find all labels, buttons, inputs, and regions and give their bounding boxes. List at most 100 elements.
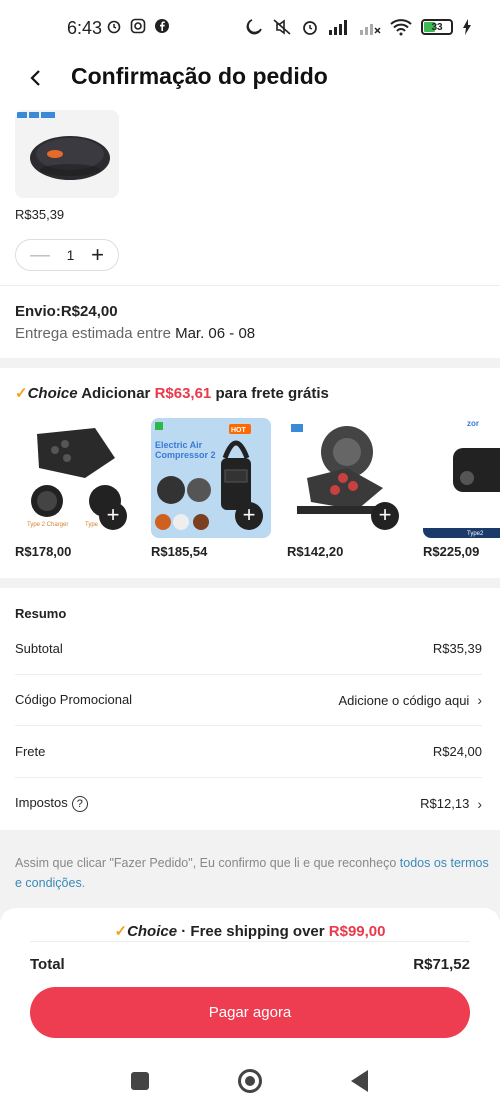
mouse-image <box>17 112 110 180</box>
product-image[interactable] <box>15 110 119 198</box>
summary-title: Resumo <box>15 606 67 621</box>
add-to-cart-button[interactable]: + <box>371 502 399 530</box>
item-price: R$185,54 <box>151 544 208 559</box>
recommended-item[interactable]: Type 2 Charger Type + R$178,00 <box>15 418 135 559</box>
delivery-dates: Mar. 06 - 08 <box>175 325 256 342</box>
charging-icon <box>463 19 471 35</box>
status-bar: 6:43 33 <box>0 0 500 56</box>
choice-logo: Choice <box>27 385 78 402</box>
pay-now-button[interactable]: Pagar agora <box>30 987 470 1038</box>
wifi-icon <box>390 19 412 36</box>
divider <box>30 941 470 942</box>
product-price: R$35,39 <box>15 207 65 222</box>
quantity-value: 1 <box>66 247 75 263</box>
moon-icon <box>246 19 262 35</box>
alarm-icon-right <box>303 21 317 35</box>
card-label-1: Type 2 Charger <box>27 522 68 528</box>
promo-action[interactable]: Adicione o código aqui › <box>339 692 483 708</box>
section-divider <box>0 358 500 368</box>
battery-icon: 33 <box>421 19 453 35</box>
alarm-icon <box>107 20 121 34</box>
signal-icon <box>329 20 347 35</box>
page-title: Confirmação do pedido <box>71 63 328 89</box>
instagram-icon <box>130 18 146 34</box>
shipping-cost: Envio:R$24,00 <box>15 303 118 320</box>
total-label: Total <box>30 956 65 973</box>
promo-value: Adicione o código aqui <box>338 692 470 708</box>
recommended-item[interactable]: HOT Electric Air Compressor 2 + R$185,54 <box>151 418 271 559</box>
item-image: HOT Electric Air Compressor 2 + <box>151 418 271 538</box>
item-price: R$142,20 <box>287 544 344 559</box>
choice-amount: R$63,61 <box>154 385 212 402</box>
recent-apps-icon[interactable] <box>131 1072 149 1090</box>
divider <box>15 725 482 726</box>
brand-label: zor <box>467 419 479 428</box>
frete-row: Frete R$24,00 <box>15 744 482 759</box>
check-icon: ✓ <box>15 385 28 402</box>
terms-end: . <box>81 876 86 890</box>
facebook-icon <box>155 19 169 33</box>
add-to-cart-button[interactable]: + <box>235 502 263 530</box>
choice-banner: ✓Choice Adicionar R$63,61 para frete grá… <box>15 384 329 402</box>
status-time: 6:43 <box>67 18 103 38</box>
section-divider <box>0 578 500 588</box>
terms-text: Assim que clicar "Fazer Pedido", Eu conf… <box>15 853 490 893</box>
hot-badge: HOT <box>231 427 247 434</box>
recommended-item[interactable]: zor Type2 R$225,09 <box>423 418 500 559</box>
add-to-cart-button[interactable]: + <box>99 502 127 530</box>
promo-code-row[interactable]: Código Promocional Adicione o código aqu… <box>15 692 482 708</box>
choice-logo: Choice <box>127 923 178 940</box>
chevron-right-icon: › <box>477 795 482 812</box>
card-label-1: Electric Air <box>155 440 203 450</box>
promo-amount: R$99,00 <box>328 923 386 940</box>
promo-label: Código Promocional <box>15 692 133 707</box>
total-row: Total R$71,52 <box>30 956 470 973</box>
home-icon[interactable] <box>238 1069 262 1093</box>
total-value: R$71,52 <box>413 956 470 973</box>
battery-level: 33 <box>431 21 443 33</box>
card-label-2: Type <box>85 522 99 528</box>
mute-icon <box>273 19 291 35</box>
subtotal-row: Subtotal R$35,39 <box>15 641 482 656</box>
divider <box>15 777 482 778</box>
card-label-1: Type2 <box>467 531 484 537</box>
divider <box>0 285 500 286</box>
divider <box>15 674 482 675</box>
signal-weak-icon <box>360 24 381 35</box>
item-image: zor Type2 <box>423 418 500 538</box>
subtotal-label: Subtotal <box>15 641 63 656</box>
recommended-carousel: Type 2 Charger Type + R$178,00 HOT Elect… <box>15 418 500 568</box>
item-image: Type 2 Charger Type + <box>15 418 135 538</box>
promo-text: · Free shipping over <box>177 923 329 940</box>
delivery-estimate: Entrega estimada entre Mar. 06 - 08 <box>15 325 255 342</box>
choice-prefix: Adicionar <box>77 385 155 402</box>
status-left-icons <box>106 18 170 34</box>
frete-label: Frete <box>15 744 46 759</box>
taxes-label: Impostos <box>15 795 68 810</box>
free-shipping-banner: ✓Choice · Free shipping over R$99,00 <box>0 922 500 940</box>
back-icon[interactable] <box>351 1070 368 1092</box>
frete-value: R$24,00 <box>432 744 482 759</box>
recommended-item[interactable]: + R$142,20 <box>287 418 407 559</box>
terms-body: Assim que clicar "Fazer Pedido", Eu conf… <box>15 856 400 870</box>
decrease-button[interactable]: — <box>30 244 50 267</box>
system-nav-bar <box>0 1050 500 1111</box>
taxes-value: R$12,13 <box>420 796 470 811</box>
delivery-prefix: Entrega estimada entre <box>15 325 176 342</box>
item-price: R$225,09 <box>423 544 480 559</box>
card-label-2: Compressor 2 <box>155 450 216 460</box>
quantity-stepper: — 1 + <box>15 239 119 271</box>
check-icon: ✓ <box>114 923 128 940</box>
page-header: Confirmação do pedido <box>0 56 500 102</box>
help-icon[interactable]: ? <box>71 796 88 812</box>
increase-button[interactable]: + <box>91 242 104 268</box>
taxes-label-group: Impostos? <box>15 795 88 812</box>
item-image: + <box>287 418 407 538</box>
item-price: R$178,00 <box>15 544 72 559</box>
taxes-action[interactable]: R$12,13 › <box>420 795 482 812</box>
back-arrow-icon[interactable] <box>22 64 50 92</box>
choice-suffix: para frete grátis <box>211 385 329 402</box>
taxes-row[interactable]: Impostos? R$12,13 › <box>15 795 482 812</box>
subtotal-value: R$35,39 <box>432 641 482 656</box>
status-right-icons: 33 <box>245 18 472 36</box>
